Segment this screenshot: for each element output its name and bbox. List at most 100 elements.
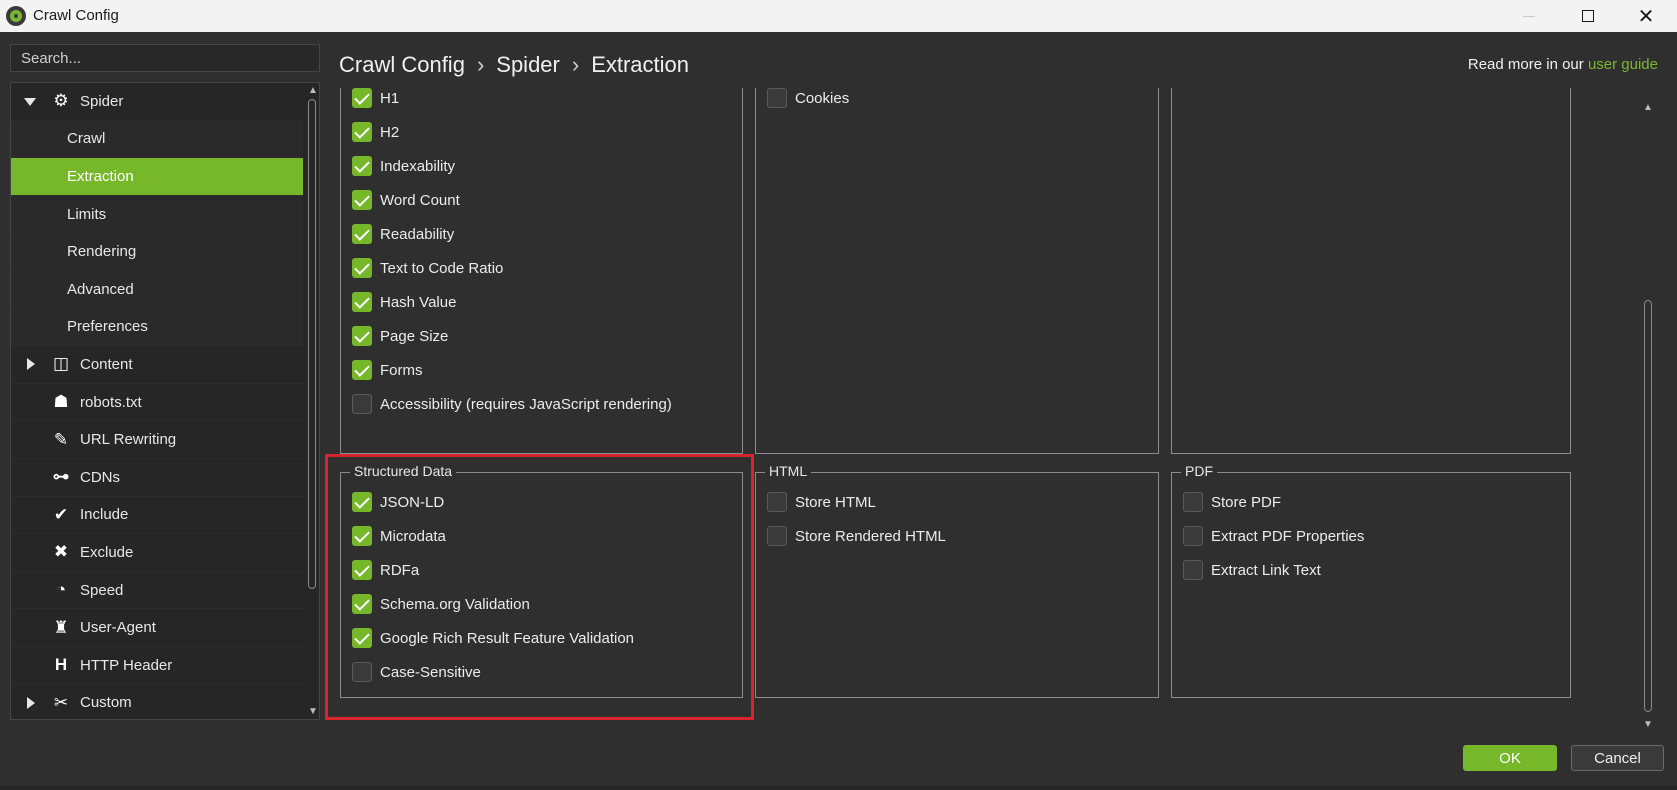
checkbox-checked[interactable] [352,190,372,210]
structured-data-highlight [325,454,754,720]
sidebar-item-crawl[interactable]: Crawl [11,120,303,159]
user-guide-link[interactable]: user guide [1588,56,1658,73]
sidebar-item-label: Rendering [67,243,137,261]
sidebar-item-include[interactable]: ✔ Include [11,496,303,535]
tools-icon: ✂ [53,692,69,712]
checkbox-checked[interactable] [352,88,372,108]
checkbox-unchecked[interactable] [1183,526,1203,546]
cancel-button[interactable]: Cancel [1571,745,1664,771]
scroll-down-icon[interactable]: ▼ [1643,719,1653,730]
breadcrumb-separator: › [571,52,580,77]
option-label: Store HTML [795,493,876,511]
edit-icon: ✎ [53,429,69,449]
checkbox-checked[interactable] [352,360,372,380]
option-h2[interactable]: H2 [352,121,399,143]
option-label: Extract Link Text [1211,561,1321,579]
help-prefix: Read more in our [1467,56,1588,73]
sidebar-item-label: Include [80,506,129,524]
option-forms[interactable]: Forms [352,359,423,381]
sidebar-item-label: Limits [67,205,107,223]
sidebar-scrollbar[interactable]: ▲ ▼ [304,83,319,719]
sidebar-item-robots-txt[interactable]: ☗ robots.txt [11,383,303,422]
option-store-pdf[interactable]: Store PDF [1183,491,1281,513]
option-indexability[interactable]: Indexability [352,155,455,177]
breadcrumb-crawl-config[interactable]: Crawl Config [339,52,465,78]
sidebar-item-http-header[interactable]: H HTTP Header [11,646,303,685]
checkbox-checked[interactable] [352,156,372,176]
option-label: Extract PDF Properties [1211,527,1365,545]
option-readability[interactable]: Readability [352,223,454,245]
checkbox-unchecked[interactable] [1183,492,1203,512]
sidebar-item-label: Custom [80,694,132,712]
sidebar-item-content[interactable]: ◫ Content [11,346,303,384]
option-cookies[interactable]: Cookies [767,87,849,109]
option-accessibility-requires-javascript-rendering-[interactable]: Accessibility (requires JavaScript rende… [352,393,672,415]
sidebar-item-label: HTTP Header [80,656,173,674]
scroll-up-icon[interactable]: ▲ [1643,102,1653,113]
option-store-html[interactable]: Store HTML [767,491,876,513]
sidebar-item-exclude[interactable]: ✖ Exclude [11,534,303,572]
close-button[interactable]: ✕ [1618,0,1674,32]
main-scrollbar[interactable]: ▲ ▼ [1640,100,1656,732]
sidebar-item-cdns[interactable]: ⊶ CDNs [11,458,303,497]
main-scroll-thumb[interactable] [1644,300,1652,712]
sidebar-item-label: Crawl [67,130,106,148]
option-store-rendered-html[interactable]: Store Rendered HTML [767,525,946,547]
option-text-to-code-ratio[interactable]: Text to Code Ratio [352,257,503,279]
title-bar: Crawl Config ✕ [0,0,1677,32]
minimize-icon [1523,15,1535,17]
sidebar-item-spider[interactable]: ⚙ Spider [11,83,303,121]
chevron-right-icon[interactable] [27,696,35,709]
html-group: HTML Store HTML Store Rendered HTML [755,463,1159,698]
sidebar-item-extraction[interactable]: Extraction [11,158,303,196]
checkbox-unchecked[interactable] [767,492,787,512]
option-word-count[interactable]: Word Count [352,189,460,211]
checkbox-checked[interactable] [352,122,372,142]
sidebar-item-url-rewriting[interactable]: ✎ URL Rewriting [11,421,303,459]
app-logo-icon [6,6,26,26]
sidebar-item-rendering[interactable]: Rendering [11,233,303,271]
option-page-size[interactable]: Page Size [352,325,448,347]
chevron-down-icon[interactable] [24,98,36,106]
option-extract-link-text[interactable]: Extract Link Text [1183,559,1321,581]
ok-button[interactable]: OK [1463,745,1557,771]
chevron-right-icon[interactable] [27,358,35,371]
minimize-button[interactable] [1501,0,1557,32]
checkbox-unchecked[interactable] [767,526,787,546]
checkbox-checked[interactable] [352,292,372,312]
x-circle-icon: ✖ [53,542,69,562]
maximize-button[interactable] [1560,0,1616,32]
breadcrumb-spider[interactable]: Spider [496,52,560,78]
sidebar-item-limits[interactable]: Limits [11,195,303,234]
checkbox-unchecked[interactable] [767,88,787,108]
checkbox-checked[interactable] [352,258,372,278]
option-label: Hash Value [380,293,457,311]
sidebar-item-advanced[interactable]: Advanced [11,270,303,309]
sidebar-item-label: Preferences [67,318,148,336]
page-details-group: H1 H2 Indexability Word Count Readability Tex… [340,88,743,454]
sidebar-item-speed[interactable]: ◔ Speed [11,571,303,610]
option-extract-pdf-properties[interactable]: Extract PDF Properties [1183,525,1364,547]
checkbox-checked[interactable] [352,224,372,244]
option-label: Text to Code Ratio [380,259,504,277]
option-h1[interactable]: H1 [352,87,399,109]
sidebar-scroll-thumb[interactable] [308,99,316,589]
sidebar-item-label: Spider [80,92,124,110]
checkbox-unchecked[interactable] [1183,560,1203,580]
sidebar-item-label: User-Agent [80,619,156,637]
speedometer-icon: ◔ [55,580,67,600]
search-input[interactable] [10,44,320,72]
check-circle-icon: ✔ [53,504,69,524]
sidebar-item-user-agent[interactable]: ♜ User-Agent [11,609,303,647]
scroll-up-icon[interactable]: ▲ [308,85,318,96]
sidebar-item-label: Extraction [67,167,134,185]
option-hash-value[interactable]: Hash Value [352,291,456,313]
checkbox-checked[interactable] [352,326,372,346]
sidebar-item-custom[interactable]: ✂ Custom [11,684,303,719]
sidebar-item-label: URL Rewriting [80,431,177,449]
scroll-down-icon[interactable]: ▼ [308,706,318,717]
option-label: H2 [380,123,400,141]
sidebar-item-preferences[interactable]: Preferences [11,308,303,347]
checkbox-unchecked[interactable] [352,394,372,414]
close-icon: ✕ [1637,5,1655,28]
